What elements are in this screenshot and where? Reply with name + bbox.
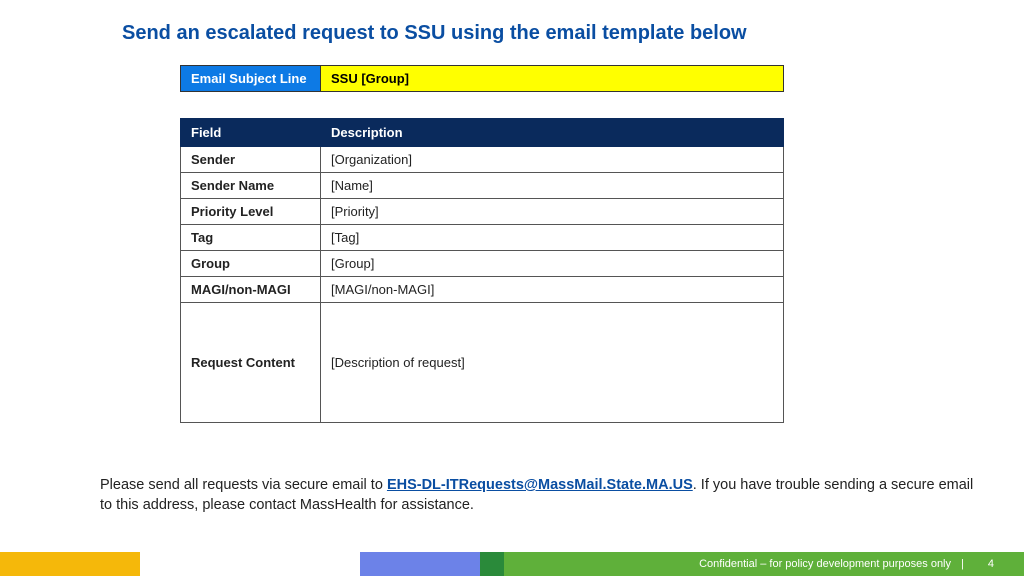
table-row: Request Content [Description of request] (181, 303, 784, 423)
footer-accent-white (140, 552, 360, 576)
footnote: Please send all requests via secure emai… (100, 476, 984, 515)
cell-desc: [Description of request] (321, 303, 784, 423)
cell-field: MAGI/non-MAGI (181, 277, 321, 303)
footer-accent-darkgreen (480, 552, 504, 576)
col-header-field: Field (181, 119, 321, 147)
table-row: Email Subject Line SSU [Group] (181, 66, 784, 92)
cell-desc: [Tag] (321, 225, 784, 251)
cell-field: Sender Name (181, 173, 321, 199)
col-header-desc: Description (321, 119, 784, 147)
footnote-pre: Please send all requests via secure emai… (100, 477, 387, 493)
cell-desc: [MAGI/non-MAGI] (321, 277, 784, 303)
page-title: Send an escalated request to SSU using t… (122, 22, 747, 45)
table-row: Sender Name [Name] (181, 173, 784, 199)
footer-accent-yellow (0, 552, 140, 576)
table-row: Priority Level [Priority] (181, 199, 784, 225)
footer-accent-blue (360, 552, 480, 576)
page-number: 4 (988, 558, 994, 570)
footer-separator: | (961, 558, 964, 570)
table-header-row: Field Description (181, 119, 784, 147)
subject-table: Email Subject Line SSU [Group] (180, 65, 784, 92)
table-row: MAGI/non-MAGI [MAGI/non-MAGI] (181, 277, 784, 303)
table-row: Tag [Tag] (181, 225, 784, 251)
subject-label: Email Subject Line (181, 66, 321, 92)
fields-table: Field Description Sender [Organization] … (180, 118, 784, 423)
cell-field: Priority Level (181, 199, 321, 225)
footnote-link[interactable]: EHS-DL-ITRequests@MassMail.State.MA.US (387, 477, 693, 493)
cell-desc: [Organization] (321, 147, 784, 173)
cell-field: Sender (181, 147, 321, 173)
cell-field: Tag (181, 225, 321, 251)
cell-field: Request Content (181, 303, 321, 423)
subject-value: SSU [Group] (321, 66, 784, 92)
table-row: Sender [Organization] (181, 147, 784, 173)
cell-desc: [Name] (321, 173, 784, 199)
cell-field: Group (181, 251, 321, 277)
footer-text-area: Confidential – for policy development pu… (504, 552, 1024, 576)
cell-desc: [Group] (321, 251, 784, 277)
footer-bar: Confidential – for policy development pu… (0, 552, 1024, 576)
cell-desc: [Priority] (321, 199, 784, 225)
footer-confidential: Confidential – for policy development pu… (699, 558, 951, 570)
table-row: Group [Group] (181, 251, 784, 277)
